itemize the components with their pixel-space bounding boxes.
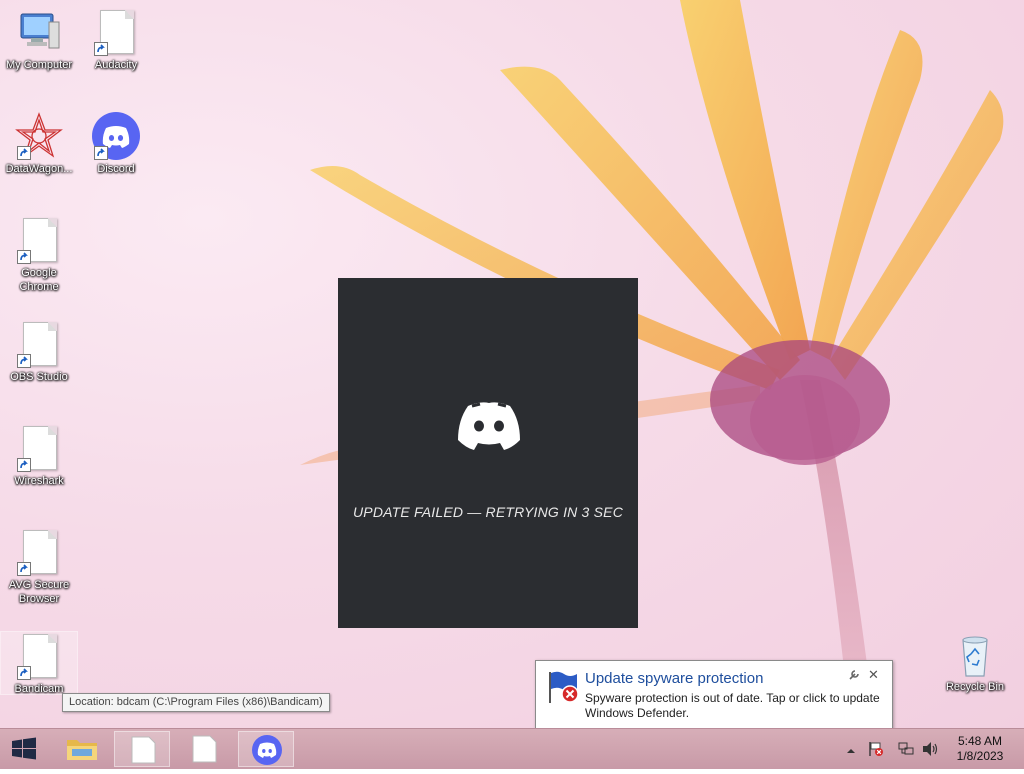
discord-logo-icon — [450, 398, 528, 463]
desktop-icon-label: My Computer — [5, 59, 73, 71]
location-tooltip: Location: bdcam (C:\Program Files (x86)\… — [62, 693, 330, 712]
clock-time: 5:48 AM — [957, 734, 1003, 748]
taskbar-file-window-2[interactable] — [176, 731, 232, 767]
desktop-icon-datawagon[interactable]: DataWagon... — [1, 112, 77, 176]
desktop-icon-audacity[interactable]: Audacity — [78, 8, 154, 72]
shortcut-arrow-icon — [17, 666, 31, 680]
recycle-bin-icon — [951, 630, 999, 678]
taskbar-file-explorer[interactable] — [54, 731, 110, 767]
desktop-icon-label: Audacity — [94, 59, 138, 71]
desktop-icon-obs-studio[interactable]: OBS Studio — [1, 320, 77, 384]
file-shortcut-icon — [15, 528, 63, 576]
desktop-icon-recycle-bin[interactable]: Recycle Bin — [937, 630, 1013, 694]
notification-title: Update spyware protection — [585, 670, 764, 687]
desktop-icon-avg-secure-browser[interactable]: AVG Secure Browser — [1, 528, 77, 606]
desktop-icon-label: Wireshark — [14, 475, 64, 487]
shortcut-arrow-icon — [17, 562, 31, 576]
defender-notification[interactable]: Update spyware protection Spyware protec… — [535, 660, 893, 728]
taskbar: 5:48 AM 1/8/2023 — [0, 728, 1024, 769]
folder-icon — [67, 740, 97, 760]
desktop-icon-bandicam[interactable]: Bandicam — [0, 631, 78, 695]
shortcut-arrow-icon — [17, 354, 31, 368]
blank-file-icon — [131, 736, 156, 764]
datawagon-star-icon — [15, 112, 63, 160]
discord-update-splash: UPDATE FAILED — RETRYING IN 3 SEC — [338, 278, 638, 628]
desktop-icon-discord[interactable]: Discord — [78, 112, 154, 176]
blank-file-icon — [192, 735, 217, 763]
computer-icon — [15, 8, 63, 56]
network-icon[interactable] — [898, 741, 914, 762]
desktop-icon-label: AVG Secure Browser — [8, 579, 70, 605]
shortcut-arrow-icon — [17, 250, 31, 264]
file-shortcut-icon — [15, 424, 63, 472]
desktop[interactable]: My Computer Audacity DataWagon... Discor… — [0, 0, 1024, 728]
shortcut-arrow-icon — [17, 458, 31, 472]
desktop-icon-label: Discord — [97, 163, 135, 175]
desktop-icon-google-chrome[interactable]: Google Chrome — [1, 216, 77, 294]
update-status-message: UPDATE FAILED — RETRYING IN 3 SEC — [352, 504, 624, 520]
notification-body: Spyware protection is out of date. Tap o… — [585, 691, 880, 720]
file-shortcut-icon — [15, 320, 63, 368]
desktop-icon-my-computer[interactable]: My Computer — [1, 8, 77, 72]
discord-icon — [92, 112, 140, 160]
shortcut-arrow-icon — [94, 42, 108, 56]
desktop-icon-label: DataWagon... — [5, 163, 73, 175]
security-flag-error-icon — [546, 669, 582, 710]
start-button[interactable] — [0, 729, 48, 769]
taskbar-file-window-1[interactable] — [114, 731, 170, 767]
wrench-options-icon[interactable] — [848, 669, 860, 684]
discord-icon — [252, 735, 282, 765]
shortcut-arrow-icon — [17, 146, 31, 160]
desktop-icon-label: OBS Studio — [10, 371, 68, 383]
desktop-icon-label: Recycle Bin — [945, 681, 1005, 693]
action-center-error-flag-icon[interactable] — [868, 741, 884, 762]
close-icon[interactable]: ✕ — [868, 667, 879, 683]
file-shortcut-icon — [15, 216, 63, 264]
file-shortcut-icon — [92, 8, 140, 56]
taskbar-clock[interactable]: 5:48 AM 1/8/2023 — [950, 734, 1010, 764]
show-hidden-icons-icon[interactable] — [846, 743, 856, 761]
taskbar-discord[interactable] — [238, 731, 294, 767]
clock-date: 1/8/2023 — [956, 749, 1004, 763]
shortcut-arrow-icon — [94, 146, 108, 160]
desktop-icon-wireshark[interactable]: Wireshark — [1, 424, 77, 488]
windows-logo-icon — [12, 737, 36, 760]
file-shortcut-icon — [15, 632, 63, 680]
volume-icon[interactable] — [922, 741, 940, 762]
desktop-icon-label: Google Chrome — [19, 267, 59, 293]
